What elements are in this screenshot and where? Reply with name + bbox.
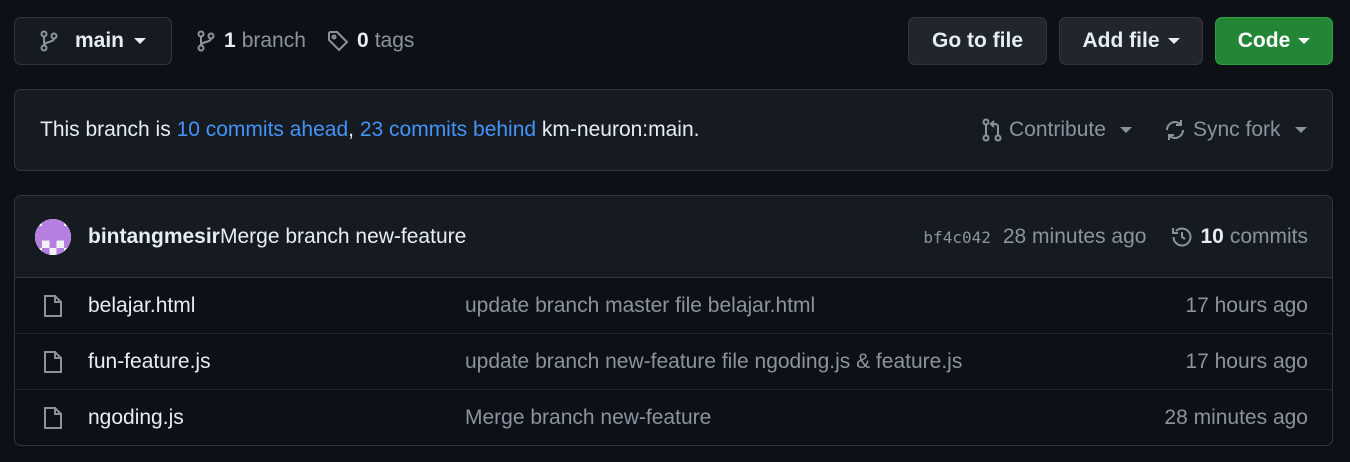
file-name-link[interactable]: belajar.html (88, 278, 195, 333)
branch-select-button[interactable]: main (14, 17, 172, 65)
git-branch-icon (39, 30, 59, 52)
file-commit-message-link[interactable]: update branch master file belajar.html (465, 278, 815, 333)
sync-icon (1163, 118, 1187, 142)
chevron-down-icon (1298, 38, 1311, 44)
file-commit-time: 28 minutes ago (1164, 406, 1308, 429)
upstream-branch: km-neuron:main. (536, 118, 700, 141)
git-branch-icon (196, 30, 216, 52)
branches-link[interactable]: 1 branch (196, 17, 306, 65)
branch-name: main (75, 29, 125, 52)
commits-ahead-link[interactable]: 10 commits ahead (177, 118, 349, 142)
code-button[interactable]: Code (1215, 17, 1333, 65)
history-icon (1170, 225, 1194, 249)
latest-commit-row: bintangmesir Merge branch new-feature bf… (15, 196, 1332, 278)
commit-sha-link[interactable]: bf4c042 (923, 228, 990, 247)
commit-count: 10 (1200, 225, 1224, 248)
sync-fork-label: Sync fork (1193, 118, 1281, 141)
repo-toolbar: main 1 branch 0 tags Go to file Add file… (14, 17, 1333, 65)
branch-count-label: branch (241, 29, 306, 52)
commit-count-label: commits (1229, 225, 1308, 248)
banner-separator: , (348, 118, 360, 141)
add-file-button[interactable]: Add file (1059, 17, 1203, 65)
go-to-file-label: Go to file (932, 29, 1023, 52)
tag-icon (327, 30, 349, 52)
add-file-label: Add file (1082, 29, 1160, 52)
commits-behind-link[interactable]: 23 commits behind (360, 118, 536, 142)
file-icon (43, 406, 63, 430)
tag-count: 0 (357, 29, 369, 52)
chevron-down-icon (1294, 127, 1307, 133)
tag-count-label: tags (374, 29, 415, 52)
file-icon (43, 350, 63, 374)
commit-meta: bf4c042 28 minutes ago 10 commits (923, 196, 1308, 278)
file-row: fun-feature.js update branch new-feature… (15, 333, 1332, 389)
commit-author-link[interactable]: bintangmesir (88, 196, 220, 278)
file-commit-message-link[interactable]: Merge branch new-feature (465, 390, 711, 445)
contribute-button[interactable]: Contribute (981, 90, 1132, 170)
code-label: Code (1237, 29, 1291, 52)
contribute-label: Contribute (1009, 118, 1106, 141)
fork-status-banner: This branch is 10 commits ahead, 23 comm… (14, 89, 1333, 171)
file-icon (43, 294, 63, 318)
file-row: ngoding.js Merge branch new-feature 28 m… (15, 389, 1332, 445)
banner-prefix: This branch is (40, 118, 177, 141)
commit-history-link[interactable]: 10 commits (1170, 225, 1308, 249)
commit-time: 28 minutes ago (1002, 225, 1147, 248)
tags-link[interactable]: 0 tags (327, 17, 414, 65)
branch-compare-text: This branch is 10 commits ahead, 23 comm… (40, 90, 700, 170)
file-commit-message-link[interactable]: update branch new-feature file ngoding.j… (465, 334, 962, 389)
chevron-down-icon (1119, 127, 1132, 133)
file-commit-time: 17 hours ago (1185, 350, 1308, 373)
file-row: belajar.html update branch master file b… (15, 278, 1332, 334)
file-list: bintangmesir Merge branch new-feature bf… (14, 195, 1333, 446)
branch-count: 1 (224, 29, 236, 52)
commit-message-link[interactable]: Merge branch new-feature (220, 196, 466, 278)
chevron-down-icon (134, 38, 147, 44)
pull-request-icon (981, 118, 1003, 142)
avatar[interactable] (35, 219, 71, 255)
file-commit-time: 17 hours ago (1185, 294, 1308, 317)
chevron-down-icon (1167, 38, 1180, 44)
file-name-link[interactable]: ngoding.js (88, 390, 184, 445)
file-name-link[interactable]: fun-feature.js (88, 334, 211, 389)
sync-fork-button[interactable]: Sync fork (1163, 90, 1307, 170)
go-to-file-button[interactable]: Go to file (908, 17, 1047, 65)
